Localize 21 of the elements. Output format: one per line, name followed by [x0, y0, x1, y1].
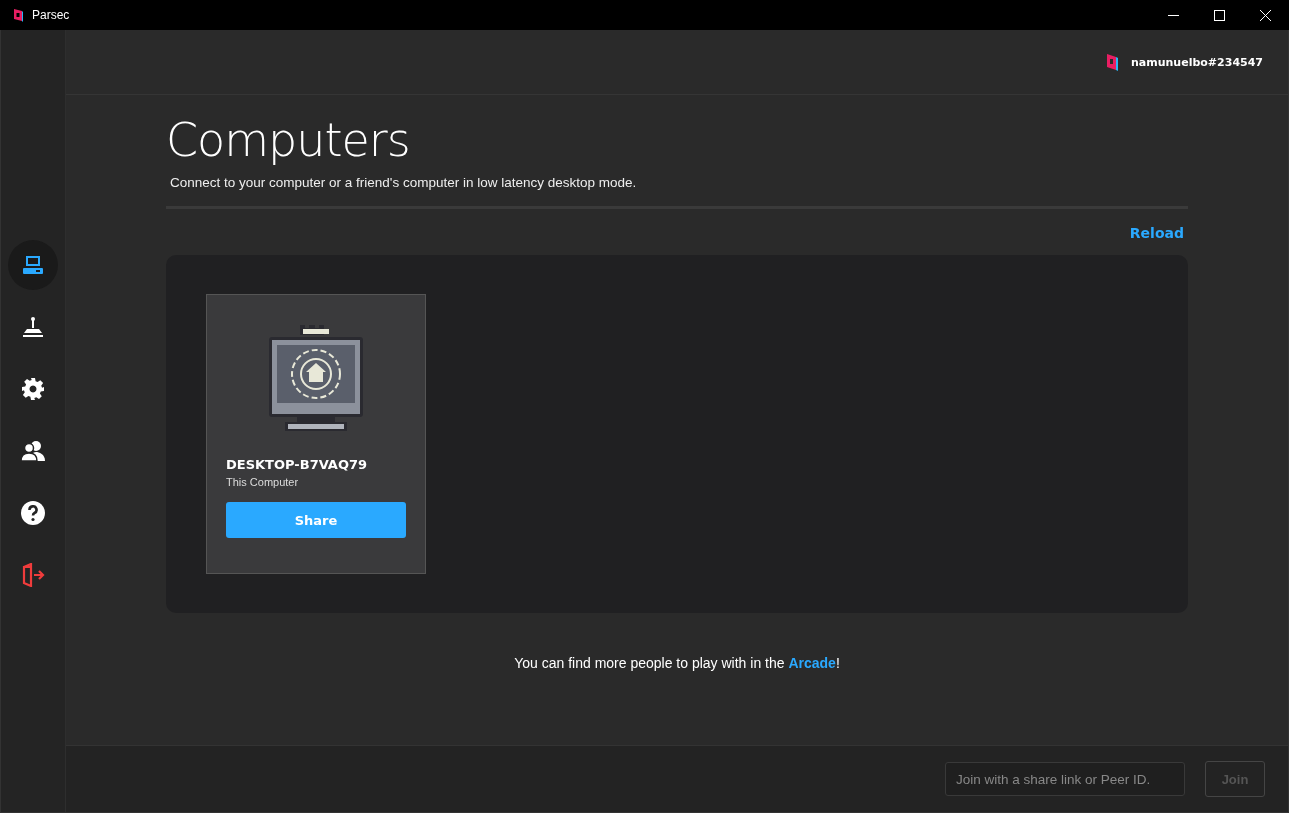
- page-title: Computers: [166, 113, 411, 167]
- username[interactable]: namunuelbo#234547: [1131, 55, 1263, 69]
- computer-icon: [22, 254, 44, 276]
- computer-label: This Computer: [226, 476, 300, 488]
- logout-icon: [21, 563, 45, 587]
- reload-link[interactable]: Reload: [1129, 225, 1184, 241]
- computer-name: DESKTOP-B7VAQ79: [226, 457, 369, 472]
- close-icon[interactable]: [1260, 9, 1271, 21]
- window-title: Parsec: [32, 8, 70, 22]
- arcade-link[interactable]: Arcade: [788, 655, 836, 671]
- maximize-icon[interactable]: [1214, 9, 1225, 21]
- help-icon: [21, 501, 45, 525]
- settings-icon: [21, 377, 45, 401]
- peer-id-field[interactable]: Join with a share link or Peer ID.: [945, 762, 1185, 796]
- page-subtitle: Connect to your computer or a friend's computer in low latency desktop mode.: [170, 175, 638, 190]
- user-logo-icon: [1105, 53, 1119, 71]
- nav-item[interactable]: [8, 240, 58, 290]
- people-icon: [21, 440, 45, 462]
- logo-icon: [12, 8, 24, 22]
- arcade-note: You can find more people to play with in the Arcade!: [513, 655, 841, 671]
- joystick-icon: [22, 316, 44, 338]
